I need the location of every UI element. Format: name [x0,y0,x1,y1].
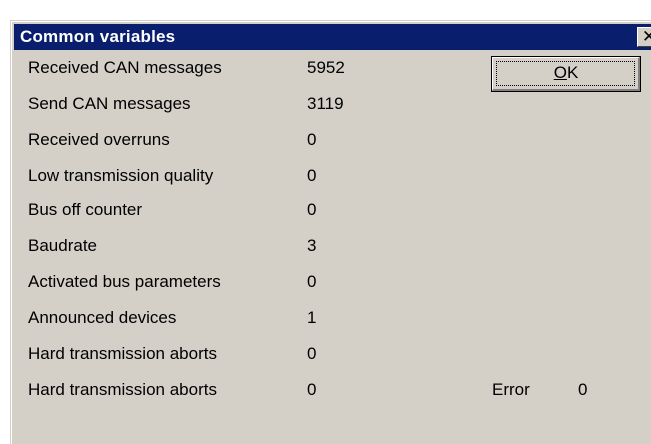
ok-mnemonic: O [553,63,567,82]
variable-value: 0 [307,166,317,185]
variable-row: Activated bus parameters 0 [28,272,348,298]
variable-value: 3119 [307,94,344,113]
title-bar[interactable]: Common variables ✕ [14,24,651,50]
variable-value: 3 [307,236,317,255]
variable-row: Baudrate 3 [28,236,348,262]
variable-label: Announced devices [28,308,177,327]
variable-row: Received overruns 0 [28,130,348,156]
variable-label: Activated bus parameters [28,272,221,291]
error-label: Error [492,380,530,399]
error-value: 0 [578,380,588,399]
variable-label: Received CAN messages [28,58,222,77]
dialog-title: Common variables [20,27,176,46]
variable-label: Baudrate [28,236,97,255]
variable-row: Hard transmission aborts 0 [28,344,348,370]
variable-value: 0 [307,380,317,399]
variable-row: Received CAN messages 5952 [28,58,348,84]
close-button[interactable]: ✕ [637,27,651,47]
variable-value: 1 [307,308,317,327]
variable-label: Bus off counter [28,200,143,219]
variable-value: 0 [307,130,317,149]
variable-label: Low transmission quality [28,166,214,185]
close-icon: ✕ [641,27,651,46]
variable-value: 0 [307,200,317,219]
variable-label: Hard transmission aborts [28,344,217,363]
variable-value: 5952 [307,58,345,77]
variable-label: Received overruns [28,130,170,149]
ok-label-rest: K [566,63,579,82]
variable-value: 0 [307,344,317,363]
ok-button-label: OK [492,63,640,83]
variable-row: Bus off counter 0 [28,200,348,226]
variable-row: Low transmission quality 0 [28,166,348,192]
variable-value: 0 [307,272,317,291]
ok-button[interactable]: OK [491,56,641,92]
variable-label: Hard transmission aborts [28,380,217,399]
variable-row: Hard transmission aborts 0 [28,380,348,406]
variable-row: Announced devices 1 [28,308,348,334]
variable-row: Send CAN messages 3119 [28,94,348,120]
variable-label: Send CAN messages [28,94,191,113]
